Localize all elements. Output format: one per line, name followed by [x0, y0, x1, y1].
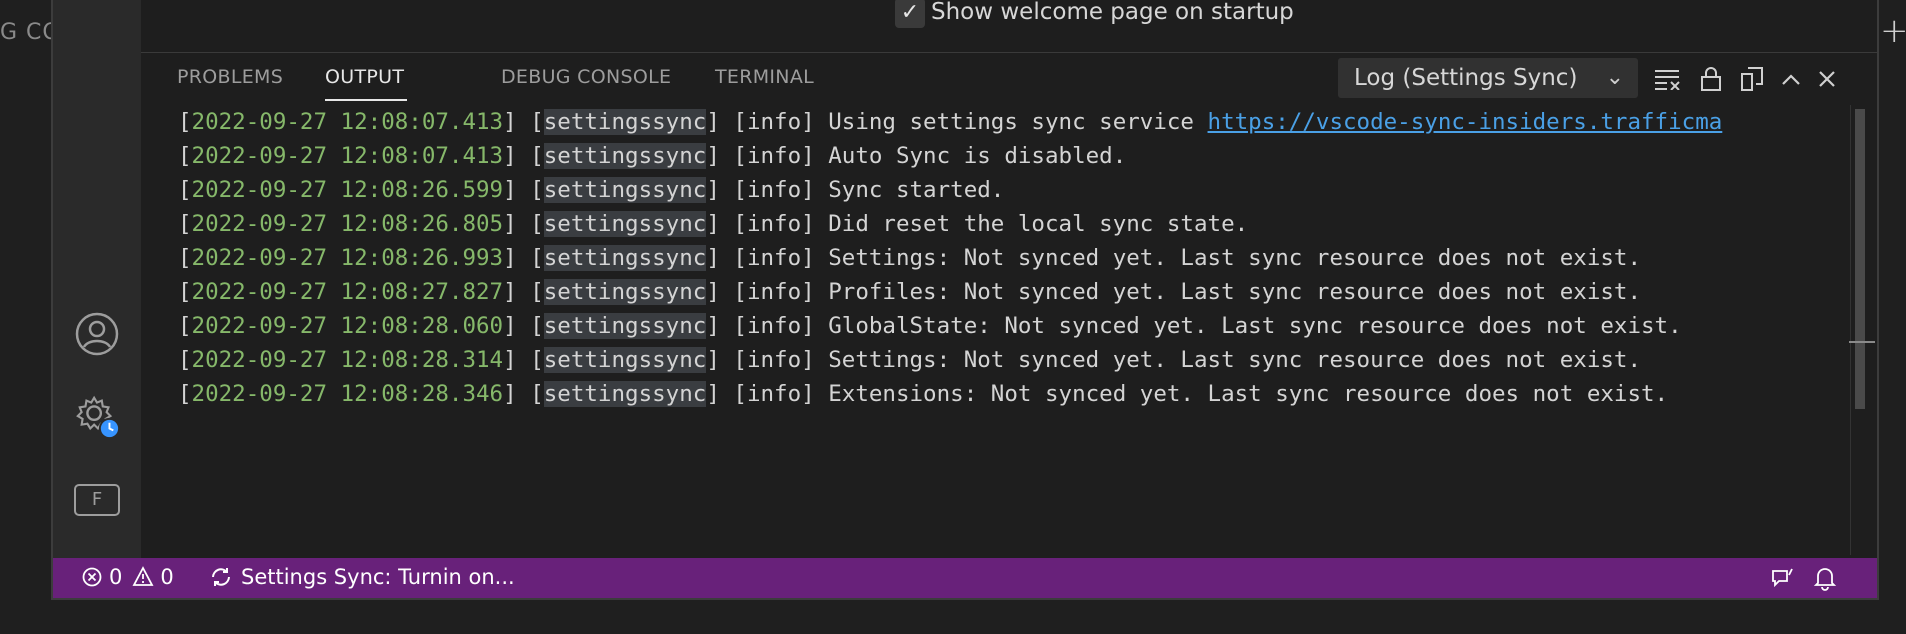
active-tab-indicator [325, 99, 407, 101]
output-log: [2022-09-27 12:08:07.413] [settingssync]… [178, 105, 1847, 425]
profile-badge-label: F [74, 484, 120, 516]
log-message: Using settings sync service [828, 109, 1208, 135]
clear-output-icon[interactable] [1653, 65, 1681, 93]
scroll-position-marker [1849, 341, 1875, 343]
log-timestamp: 2022-09-27 12:08:07.413 [191, 109, 504, 135]
warning-count: 0 [160, 565, 174, 589]
log-line: [2022-09-27 12:08:26.599] [settingssync]… [178, 177, 1005, 203]
log-level: info [746, 245, 802, 271]
log-timestamp: 2022-09-27 12:08:26.993 [191, 245, 504, 271]
log-level: info [746, 347, 802, 373]
desktop-background: G CO + F ✓ Show welcome page on startup … [0, 0, 1906, 634]
log-level: info [746, 143, 802, 169]
log-message: Did reset the local sync state. [828, 211, 1249, 237]
log-message: Profiles: Not synced yet. Last sync reso… [828, 279, 1642, 305]
problems-status[interactable]: 0 0 [81, 565, 174, 589]
log-timestamp: 2022-09-27 12:08:28.060 [191, 313, 504, 339]
scroll-track [1850, 105, 1851, 555]
tab-terminal[interactable]: TERMINAL [715, 66, 814, 88]
settings-sync-label: Settings Sync: Turnin on... [241, 565, 515, 589]
log-message: Sync started. [828, 177, 1005, 203]
log-level: info [746, 313, 802, 339]
log-line: [2022-09-27 12:08:07.413] [settingssync]… [178, 143, 1127, 169]
error-count: 0 [109, 565, 123, 589]
log-level: info [746, 177, 802, 203]
log-message: Settings: Not synced yet. Last sync reso… [828, 245, 1642, 271]
open-editor-icon[interactable] [1737, 65, 1765, 93]
vertical-scrollbar[interactable] [1855, 109, 1865, 409]
profile-badge-icon[interactable]: F [73, 476, 121, 524]
output-channel-value: Log (Settings Sync) [1354, 65, 1578, 91]
log-source: settingssync [543, 313, 707, 339]
log-link[interactable]: https://vscode-sync-insiders.trafficma [1208, 109, 1723, 135]
settings-sync-status[interactable]: Settings Sync: Turnin on... [209, 565, 515, 589]
log-source: settingssync [543, 177, 707, 203]
vscode-window: F ✓ Show welcome page on startup PROBLEM… [51, 0, 1879, 600]
output-channel-select[interactable]: Log (Settings Sync) ⌄ [1338, 58, 1638, 98]
log-level: info [746, 381, 802, 407]
welcome-page-footer: ✓ Show welcome page on startup [141, 0, 1877, 53]
log-source: settingssync [543, 211, 707, 237]
log-level: info [746, 279, 802, 305]
log-source: settingssync [543, 347, 707, 373]
log-source: settingssync [543, 143, 707, 169]
log-message: Extensions: Not synced yet. Last sync re… [828, 381, 1669, 407]
log-source: settingssync [543, 109, 707, 135]
close-panel-icon[interactable] [1813, 65, 1841, 93]
log-line: [2022-09-27 12:08:28.346] [settingssync]… [178, 381, 1669, 407]
accounts-icon[interactable] [73, 310, 121, 358]
log-message: GlobalState: Not synced yet. Last sync r… [828, 313, 1682, 339]
log-line: [2022-09-27 12:08:28.060] [settingssync]… [178, 313, 1682, 339]
log-source: settingssync [543, 381, 707, 407]
welcome-checkbox-label: Show welcome page on startup [931, 0, 1294, 25]
log-message: Auto Sync is disabled. [828, 143, 1127, 169]
activity-bar: F [53, 0, 141, 558]
log-line: [2022-09-27 12:08:27.827] [settingssync]… [178, 279, 1642, 305]
log-source: settingssync [543, 245, 707, 271]
welcome-checkbox[interactable]: ✓ [895, 0, 925, 28]
warning-icon [132, 566, 154, 586]
log-timestamp: 2022-09-27 12:08:26.599 [191, 177, 504, 203]
log-source: settingssync [543, 279, 707, 305]
sync-icon [212, 568, 230, 586]
notifications-bell-icon[interactable] [1813, 565, 1837, 591]
manage-gear-icon[interactable] [73, 392, 121, 440]
log-message: Settings: Not synced yet. Last sync reso… [828, 347, 1642, 373]
log-level: info [746, 211, 802, 237]
log-line: [2022-09-27 12:08:28.314] [settingssync]… [178, 347, 1642, 373]
status-bar: 0 0 Settings Sync: Turnin on... [53, 558, 1877, 598]
tab-problems[interactable]: PROBLEMS [177, 66, 283, 88]
log-timestamp: 2022-09-27 12:08:28.314 [191, 347, 504, 373]
error-icon [82, 567, 102, 587]
feedback-icon[interactable] [1769, 565, 1795, 591]
log-timestamp: 2022-09-27 12:08:07.413 [191, 143, 504, 169]
chevron-down-icon: ⌄ [1605, 65, 1624, 90]
log-line: [2022-09-27 12:08:26.993] [settingssync]… [178, 245, 1642, 271]
log-line: [2022-09-27 12:08:26.805] [settingssync]… [178, 211, 1249, 237]
lock-scroll-icon[interactable] [1697, 65, 1725, 93]
maximize-panel-icon[interactable] [1777, 65, 1805, 93]
tab-output[interactable]: OUTPUT [325, 66, 404, 88]
output-panel: PROBLEMS OUTPUT DEBUG CONSOLE TERMINAL L… [141, 53, 1877, 558]
log-line: [2022-09-27 12:08:07.413] [settingssync]… [178, 109, 1723, 135]
log-timestamp: 2022-09-27 12:08:26.805 [191, 211, 504, 237]
add-icon[interactable]: + [1880, 14, 1906, 48]
tab-debug-console[interactable]: DEBUG CONSOLE [501, 66, 671, 88]
log-timestamp: 2022-09-27 12:08:27.827 [191, 279, 504, 305]
log-level: info [746, 109, 802, 135]
log-timestamp: 2022-09-27 12:08:28.346 [191, 381, 504, 407]
